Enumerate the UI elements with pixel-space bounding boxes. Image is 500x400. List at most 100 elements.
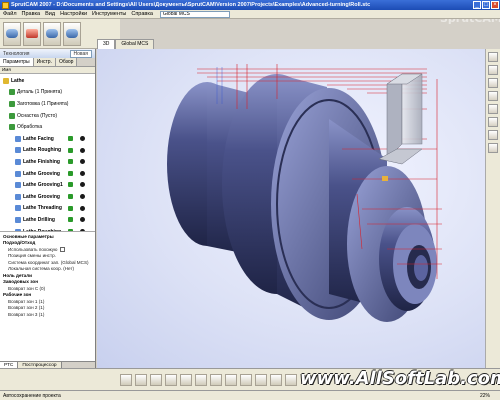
menu-settings[interactable]: Настройки bbox=[60, 11, 87, 17]
operation-icon bbox=[15, 182, 21, 189]
view-top-button[interactable] bbox=[150, 373, 162, 386]
coordinate-system-select[interactable]: Global MCS bbox=[159, 10, 230, 18]
tree-item[interactable]: Lathe Facing bbox=[0, 133, 95, 145]
section-button[interactable] bbox=[488, 143, 498, 153]
tab-3d[interactable]: 3D bbox=[97, 39, 116, 49]
tab-overview[interactable]: Обзор bbox=[55, 58, 78, 66]
technology-panel: Технология Новая Параметры Инстр. Обзор … bbox=[0, 49, 96, 370]
status-dot-icon bbox=[80, 182, 85, 188]
status-dot-icon bbox=[80, 147, 85, 153]
enabled-check-icon[interactable] bbox=[68, 147, 73, 153]
pan-button[interactable] bbox=[488, 104, 498, 114]
status-dot-icon bbox=[80, 217, 85, 223]
simulation-mode-button[interactable] bbox=[43, 21, 61, 46]
tree-item[interactable]: Lathe Grooving bbox=[0, 168, 95, 180]
tab-parameters[interactable]: Параметры bbox=[0, 58, 34, 66]
viewport-tabs: 3D Global MCS bbox=[97, 39, 155, 49]
operation-icon bbox=[15, 158, 21, 165]
display-path-button[interactable] bbox=[270, 373, 282, 386]
tab-global-mcs[interactable]: Global MCS bbox=[115, 39, 155, 49]
view-bottom-button[interactable] bbox=[165, 373, 177, 386]
lathe-icon bbox=[3, 77, 9, 84]
tree-item-label: Lathe Roughing bbox=[23, 147, 62, 154]
watermark: www.AllSoftLab.com bbox=[300, 368, 500, 389]
status-dot-icon bbox=[80, 159, 85, 165]
maximize-button[interactable]: □ bbox=[482, 1, 490, 9]
operations-icon bbox=[9, 124, 15, 131]
enabled-check-icon[interactable] bbox=[68, 159, 73, 165]
tree-item[interactable]: Lathe Drilling bbox=[0, 214, 95, 226]
menu-edit[interactable]: Правка bbox=[22, 11, 41, 17]
property-label: Возврат зон С (0) bbox=[8, 285, 46, 291]
close-button[interactable]: × bbox=[491, 1, 499, 9]
status-bar: Автосохранение проекта 22% bbox=[0, 390, 500, 400]
enabled-check-icon[interactable] bbox=[68, 217, 73, 223]
enabled-check-icon[interactable] bbox=[68, 193, 73, 199]
rotate-button[interactable] bbox=[488, 91, 498, 101]
tree-item-label: Lathe Grooving bbox=[23, 170, 60, 177]
view-back-button[interactable] bbox=[135, 373, 147, 386]
display-part-button[interactable] bbox=[225, 373, 237, 386]
zoom-out-button[interactable] bbox=[488, 65, 498, 75]
part-icon bbox=[9, 89, 15, 96]
machining-mode-button[interactable] bbox=[23, 21, 41, 46]
tree-item[interactable]: Lathe Threading bbox=[0, 203, 95, 215]
property-row[interactable]: Система координат зап. (Global MCS) bbox=[2, 259, 93, 266]
tree-item-label: Lathe Finishing bbox=[23, 158, 60, 165]
tree-item[interactable]: Оснастка (Пусто) bbox=[0, 110, 95, 122]
property-label: Рабочие зон bbox=[3, 292, 32, 298]
simulation-icon bbox=[46, 29, 58, 38]
tree-item-label: Обработка bbox=[17, 124, 43, 131]
cutting-insert bbox=[382, 176, 388, 181]
menu-tools[interactable]: Инструменты bbox=[92, 11, 126, 17]
property-label: Локальная система коор. (Нет) bbox=[8, 266, 75, 272]
panel-tabs: Параметры Инстр. Обзор bbox=[0, 58, 95, 67]
property-row[interactable]: Возврат зон 3 (1) bbox=[2, 311, 93, 318]
property-label: Использовать похожую bbox=[8, 246, 58, 252]
tree-item[interactable]: Lathe Grooving bbox=[0, 191, 95, 203]
measure-button[interactable] bbox=[285, 373, 297, 386]
view-front-button[interactable] bbox=[120, 373, 132, 386]
machine-mode-button[interactable] bbox=[63, 21, 81, 46]
menu-file[interactable]: Файл bbox=[3, 11, 17, 17]
property-checkbox[interactable] bbox=[60, 246, 66, 252]
technology-label: Технология bbox=[3, 50, 30, 57]
view-right-button[interactable] bbox=[195, 373, 207, 386]
tree-item[interactable]: Lathe Grooving1 bbox=[0, 179, 95, 191]
shade-button[interactable] bbox=[488, 117, 498, 127]
new-button[interactable]: Новая bbox=[69, 49, 92, 58]
technology-header: Технология Новая bbox=[0, 49, 95, 58]
display-stock-button[interactable] bbox=[240, 373, 252, 386]
menu-help[interactable]: Справка bbox=[131, 11, 153, 17]
tree-item[interactable]: Lathe bbox=[0, 75, 95, 87]
tree-item-label: Lathe Facing bbox=[23, 135, 54, 142]
model-mode-button[interactable] bbox=[3, 21, 21, 46]
bore-inner bbox=[414, 255, 428, 281]
enabled-check-icon[interactable] bbox=[68, 135, 73, 141]
enabled-check-icon[interactable] bbox=[68, 170, 73, 176]
part-render bbox=[167, 64, 442, 322]
minimize-button[interactable]: _ bbox=[473, 1, 481, 9]
status-dot-icon bbox=[80, 193, 85, 199]
tab-tools[interactable]: Инстр. bbox=[33, 58, 56, 66]
tree-item-label: Lathe bbox=[11, 77, 25, 84]
display-tool-button[interactable] bbox=[255, 373, 267, 386]
tree-item[interactable]: Деталь (1 Принята) bbox=[0, 87, 95, 99]
property-label: Подход/Отход bbox=[3, 240, 36, 246]
fit-view-button[interactable] bbox=[488, 78, 498, 88]
enabled-check-icon[interactable] bbox=[68, 205, 73, 211]
zoom-level: 22% bbox=[479, 392, 490, 399]
tree-item[interactable]: Обработка bbox=[0, 121, 95, 133]
wireframe-button[interactable] bbox=[488, 130, 498, 140]
tree-item[interactable]: Заготовка (1 Принята) bbox=[0, 98, 95, 110]
tree-item[interactable]: Lathe Finishing bbox=[0, 156, 95, 168]
zoom-in-button[interactable] bbox=[488, 52, 498, 62]
operation-icon bbox=[15, 193, 21, 200]
view-iso-button[interactable] bbox=[210, 373, 222, 386]
menu-view[interactable]: Вид bbox=[45, 11, 55, 17]
3d-viewport[interactable] bbox=[97, 49, 500, 368]
operation-icon bbox=[15, 147, 21, 154]
view-left-button[interactable] bbox=[180, 373, 192, 386]
tree-item[interactable]: Lathe Roughing bbox=[0, 145, 95, 157]
enabled-check-icon[interactable] bbox=[68, 182, 73, 188]
